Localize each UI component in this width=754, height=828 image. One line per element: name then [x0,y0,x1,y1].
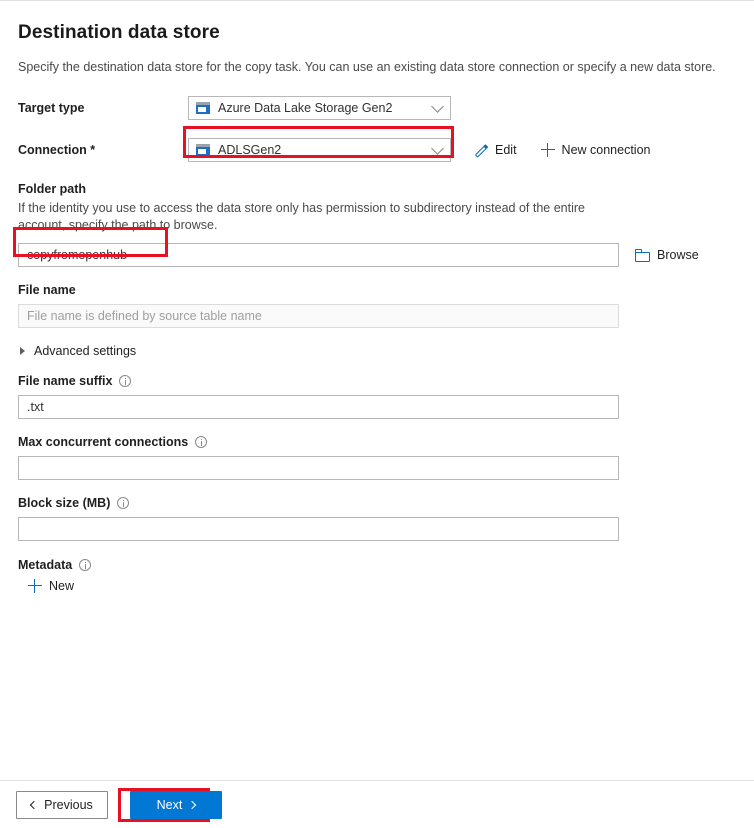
connection-label: Connection * [18,143,188,157]
connection-row: Connection * ADLSGen2 Edit New connectio… [18,138,738,162]
info-icon[interactable] [79,559,91,571]
destination-data-store-page: Destination data store Specify the desti… [0,0,754,780]
next-button[interactable]: Next [130,791,222,819]
file-name-suffix-input[interactable] [18,395,619,419]
file-name-label: File name [18,283,738,297]
file-name-input [18,304,619,328]
next-button-label: Next [157,798,183,812]
target-type-value: Azure Data Lake Storage Gen2 [218,101,392,115]
metadata-new-label: New [49,579,74,593]
folder-path-label: Folder path [18,182,738,196]
folder-path-section: Folder path If the identity you use to a… [16,182,738,267]
target-type-label: Target type [18,101,188,115]
chevron-down-icon [431,142,444,155]
file-name-suffix-label: File name suffix [18,374,738,388]
max-concurrent-connections-label: Max concurrent connections [18,435,738,449]
folder-path-input[interactable] [18,243,619,267]
page-description: Specify the destination data store for t… [18,58,738,76]
block-size-section: Block size (MB) [16,496,738,541]
target-type-row: Target type Azure Data Lake Storage Gen2 [18,96,738,120]
block-size-label: Block size (MB) [18,496,738,510]
new-connection-button[interactable]: New connection [541,143,651,157]
plus-icon [541,143,555,157]
block-size-label-text: Block size (MB) [18,496,110,510]
edit-connection-label: Edit [495,143,517,157]
block-size-input[interactable] [18,517,619,541]
metadata-label: Metadata [18,558,738,572]
metadata-new-button[interactable]: New [28,579,74,593]
adls-gen2-icon [196,144,210,156]
folder-icon [635,249,650,262]
chevron-right-icon [20,347,25,355]
adls-gen2-icon [196,102,210,114]
file-name-section: File name [16,283,738,328]
plus-icon [28,579,42,593]
browse-label: Browse [657,248,699,262]
previous-button-label: Previous [44,798,93,812]
advanced-settings-expander[interactable]: Advanced settings [20,344,738,358]
browse-button[interactable]: Browse [635,248,699,262]
chevron-right-icon [188,800,196,808]
connection-dropdown[interactable]: ADLSGen2 [188,138,451,162]
max-concurrent-connections-section: Max concurrent connections [16,435,738,480]
connection-value: ADLSGen2 [218,143,281,157]
metadata-label-text: Metadata [18,558,72,572]
chevron-down-icon [431,100,444,113]
chevron-left-icon [30,800,38,808]
folder-path-help: If the identity you use to access the da… [18,200,618,234]
file-name-suffix-label-text: File name suffix [18,374,112,388]
file-name-suffix-section: File name suffix [16,374,738,419]
wizard-footer: Previous Next [0,780,754,828]
page-title: Destination data store [18,20,738,46]
max-concurrent-connections-input[interactable] [18,456,619,480]
info-icon[interactable] [119,375,131,387]
advanced-settings-label: Advanced settings [34,344,136,358]
info-icon[interactable] [117,497,129,509]
max-concurrent-connections-label-text: Max concurrent connections [18,435,188,449]
metadata-section: Metadata New [16,558,738,598]
previous-button[interactable]: Previous [16,791,108,819]
info-icon[interactable] [195,436,207,448]
target-type-dropdown[interactable]: Azure Data Lake Storage Gen2 [188,96,451,120]
edit-connection-button[interactable]: Edit [473,143,517,158]
pencil-icon [473,143,488,158]
new-connection-label: New connection [562,143,651,157]
